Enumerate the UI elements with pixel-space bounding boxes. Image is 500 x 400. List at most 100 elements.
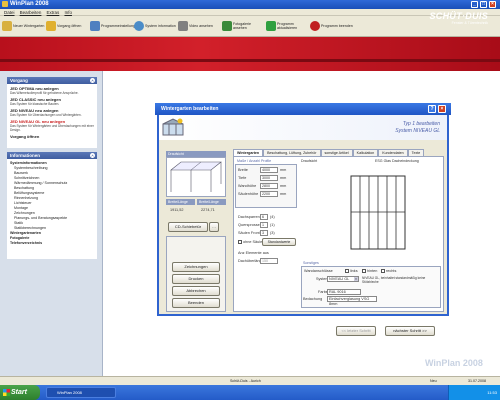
- field-label: Wandhöhe: [238, 184, 257, 188]
- hinten-checkbox[interactable]: hinten: [362, 269, 377, 273]
- dialog-titlebar: Wintergarten bearbeiten: [155, 103, 451, 115]
- gallery-icon: [222, 21, 232, 31]
- tab-kundendaten[interactable]: Kundendaten: [378, 149, 408, 156]
- section-header-vorgang[interactable]: Vorgang ˄: [7, 77, 97, 84]
- open-process-link[interactable]: Vorgang öffnen: [10, 134, 94, 139]
- maximize-button[interactable]: □: [480, 1, 487, 8]
- checkbox[interactable]: [238, 240, 242, 244]
- collapse-icon[interactable]: ˄: [90, 153, 95, 158]
- dialog-close-button[interactable]: ×: [438, 105, 446, 113]
- taskbar-item[interactable]: WinPlan 2008: [46, 387, 116, 398]
- exit-button[interactable]: Programm beenden: [310, 17, 353, 35]
- toolbar-label: Programm beenden: [321, 24, 353, 28]
- brand-subtitle: Fenster & Türentechnik: [451, 21, 488, 25]
- close-button[interactable]: ×: [489, 1, 496, 8]
- unit: (3): [270, 231, 275, 235]
- farbe-select[interactable]: RAL 9016: [327, 289, 361, 295]
- previous-step-button[interactable]: << letzter Schritt: [336, 326, 376, 336]
- dim-value-1: 1911,52: [170, 208, 184, 212]
- banner-stripe: [0, 59, 500, 62]
- new-wintergarden-button[interactable]: Neuer Wintergarten: [2, 17, 45, 35]
- tab-beschattung[interactable]: Beschattung, Lüftung, Zubehör: [263, 149, 321, 156]
- wandhoehe-input[interactable]: 2800: [260, 183, 278, 189]
- item-title: Vorgang öffnen: [10, 134, 40, 139]
- cd-schiebetuer-button[interactable]: CD-Schiebetür: [168, 222, 208, 232]
- btn-label: Standardwerte: [267, 240, 291, 244]
- list-item[interactable]: JED NIVEAU GL neu anlegen Das System für …: [10, 119, 94, 132]
- list-item[interactable]: JED NIVEAU neu anlegen Das System für Übe…: [10, 108, 94, 117]
- help-button[interactable]: ?: [428, 105, 436, 113]
- open-process-button[interactable]: Vorgang öffnen: [46, 17, 89, 35]
- group-title-sonstiges: Sonstiges: [303, 261, 319, 265]
- info-icon: [134, 21, 144, 31]
- dim-label-1: Breite/Länge: [166, 199, 195, 205]
- toolbar-label: Video ansehen: [189, 24, 213, 28]
- next-step-button[interactable]: nächster Schritt >>: [385, 326, 435, 336]
- minimize-button[interactable]: _: [471, 1, 478, 8]
- breite-input[interactable]: 4000: [260, 167, 278, 173]
- app-icon: [2, 1, 8, 7]
- select-value: NIVEAU GL: [329, 277, 350, 281]
- clock[interactable]: 11:53: [487, 390, 497, 395]
- btn-label: Abbrechen: [186, 288, 206, 293]
- tab-kalkulation[interactable]: Kalkulation: [352, 149, 379, 156]
- exit-icon: [310, 21, 320, 31]
- cd-extra-button[interactable]: …: [209, 222, 219, 232]
- program-settings-button[interactable]: Programmeinstellungen: [90, 17, 139, 35]
- field-saeulen-front: Säulen Front 3 (3): [238, 230, 275, 236]
- saeulenhoehe-input[interactable]: 2200: [260, 191, 278, 197]
- gallery-button[interactable]: Fotogalerie ansehen: [222, 17, 265, 35]
- drucken-button[interactable]: Drucken: [172, 274, 220, 284]
- dachsparren-input[interactable]: 6: [260, 214, 268, 220]
- field-wandhoehe: Wandhöhe 2800 mm: [238, 183, 286, 189]
- section-header-informationen[interactable]: Informationen ˄: [7, 152, 97, 159]
- tab-texte[interactable]: Texte: [407, 149, 425, 156]
- bedachung-select[interactable]: Einfachverglasung VSG 8mm: [327, 296, 377, 306]
- list-item[interactable]: JED OPTIMA neu anlegen Das Wärmeisolierpr…: [10, 86, 94, 95]
- menu-datei[interactable]: Datei: [4, 9, 15, 16]
- checkbox[interactable]: [381, 269, 385, 273]
- system-tray: 11:53: [448, 385, 500, 400]
- saeulen-front-input[interactable]: 3: [260, 230, 268, 236]
- cd-label: CD-Schiebetür: [174, 224, 202, 229]
- links-checkbox[interactable]: links: [345, 269, 358, 273]
- unit: (1): [270, 223, 275, 227]
- update-button[interactable]: Programm aktualisieren: [266, 17, 309, 35]
- standardwerte-button[interactable]: Standardwerte: [262, 238, 296, 246]
- collapse-icon[interactable]: ˄: [90, 78, 95, 83]
- tab-sonstige-artikel[interactable]: sonstige Artikel: [320, 149, 353, 156]
- dachueberstand-input[interactable]: 150: [260, 258, 278, 264]
- beenden-button[interactable]: Beenden: [172, 298, 220, 308]
- start-label: Start: [11, 389, 27, 396]
- checkbox-label: hinten: [367, 269, 378, 273]
- toolbar-label: Fotogalerie ansehen: [233, 22, 251, 30]
- menu-extras[interactable]: Extras: [47, 9, 60, 16]
- system-information-button[interactable]: System information: [134, 17, 177, 35]
- system-select[interactable]: NIVEAU GL ▾: [327, 276, 359, 282]
- menu-bearbeiten[interactable]: Bearbeiten: [20, 9, 42, 16]
- field-label: Dachsparren: [238, 215, 260, 219]
- rechts-checkbox[interactable]: rechts: [381, 269, 396, 273]
- menu-info[interactable]: Info: [64, 9, 72, 16]
- quersprossen-input[interactable]: 1: [260, 222, 268, 228]
- item-desc: Das System für Überdachungen und Winterg…: [10, 113, 82, 117]
- list-item[interactable]: JED CLASSIC neu anlegen Das System für kl…: [10, 97, 94, 106]
- wandanschluss-label: Wandanschlüsse: [304, 269, 333, 273]
- tiefe-input[interactable]: 3000: [260, 175, 278, 181]
- checkbox[interactable]: [362, 269, 366, 273]
- start-button[interactable]: Start: [0, 385, 40, 400]
- checkbox[interactable]: [345, 269, 349, 273]
- zeichnungen-button[interactable]: Zeichnungen: [172, 262, 220, 272]
- unit: mm: [280, 176, 287, 180]
- video-button[interactable]: Video ansehen: [178, 17, 221, 35]
- field-dachueberstand: Dachüberlängen 150: [238, 258, 278, 264]
- sidebar: Vorgang ˄ JED OPTIMA neu anlegen Das Wärme…: [0, 71, 103, 376]
- new-icon: [2, 21, 12, 31]
- bedachung-label: Bedachung: [303, 297, 323, 301]
- ohne-saeulen-checkbox[interactable]: ohne Säulen: [238, 240, 264, 244]
- tab-wintergarten[interactable]: Wintergarten: [233, 149, 264, 156]
- group-title-dimensions: Maße / Anzahl Profile: [237, 159, 272, 163]
- info-link[interactable]: Telefonverzeichnis: [10, 241, 94, 246]
- abbrechen-button[interactable]: Abbrechen: [172, 286, 220, 296]
- chevron-down-icon[interactable]: ▾: [354, 277, 358, 281]
